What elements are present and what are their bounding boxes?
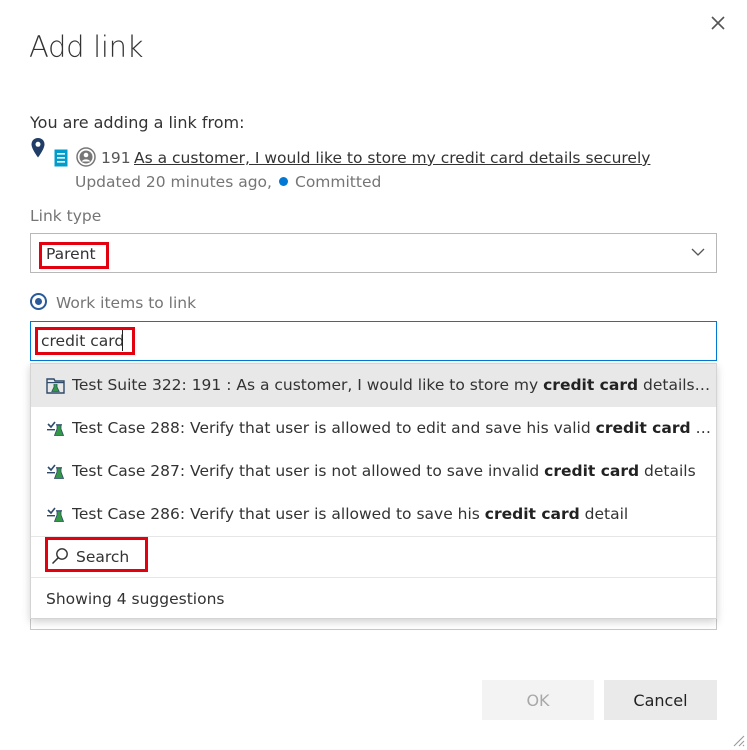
suggestion-text: Test Case 287: Verify that user is not a… xyxy=(72,462,696,480)
chevron-down-icon xyxy=(691,248,705,256)
suggestions-dropdown: Test Suite 322: 191 : As a customer, I w… xyxy=(30,363,717,619)
work-item-state: Committed xyxy=(295,173,382,191)
suggestion-count: Showing 4 suggestions xyxy=(46,590,225,608)
suggestion-item[interactable]: Test Case 288: Verify that user is allow… xyxy=(31,407,716,450)
resize-grip-icon[interactable] xyxy=(731,733,745,747)
test-case-icon xyxy=(47,464,65,479)
suggestion-item[interactable]: Test Case 286: Verify that user is allow… xyxy=(31,493,716,536)
cancel-button[interactable]: Cancel xyxy=(604,680,717,720)
text-caret xyxy=(122,330,123,351)
state-indicator-dot xyxy=(279,177,288,186)
work-item-updated: Updated 20 minutes ago, xyxy=(75,173,272,191)
work-item-id: 191 xyxy=(101,149,131,167)
source-label: You are adding a link from: xyxy=(30,113,245,132)
search-action[interactable]: Search xyxy=(31,537,716,577)
user-story-icon xyxy=(54,149,68,167)
divider xyxy=(31,577,716,578)
test-suite-icon xyxy=(46,378,65,394)
test-case-icon xyxy=(47,507,65,522)
suggestion-text: Test Case 288: Verify that user is allow… xyxy=(72,419,712,437)
suggestion-item[interactable]: Test Suite 322: 191 : As a customer, I w… xyxy=(31,364,716,407)
avatar-icon xyxy=(76,147,96,167)
link-type-dropdown[interactable]: Parent xyxy=(30,233,717,273)
link-type-label: Link type xyxy=(30,207,102,225)
search-action-label: Search xyxy=(76,548,130,566)
suggestion-text: Test Case 286: Verify that user is allow… xyxy=(72,505,629,523)
close-button[interactable] xyxy=(705,10,731,36)
work-item-title-link[interactable]: As a customer, I would like to store my … xyxy=(134,149,650,167)
search-icon xyxy=(51,548,68,565)
test-case-icon xyxy=(47,421,65,436)
suggestion-text: Test Suite 322: 191 : As a customer, I w… xyxy=(72,376,712,394)
dialog-title: Add link xyxy=(29,30,144,64)
location-pin-icon xyxy=(31,138,45,158)
link-type-value: Parent xyxy=(46,245,96,263)
add-link-dialog: Add link You are adding a link from: 191… xyxy=(0,0,747,747)
suggestion-item[interactable]: Test Case 287: Verify that user is not a… xyxy=(31,450,716,493)
ok-button[interactable]: OK xyxy=(482,680,594,720)
close-icon xyxy=(711,16,725,30)
work-items-label: Work items to link xyxy=(56,294,197,312)
work-item-search-input[interactable] xyxy=(30,321,717,361)
work-items-radio[interactable] xyxy=(30,293,47,310)
